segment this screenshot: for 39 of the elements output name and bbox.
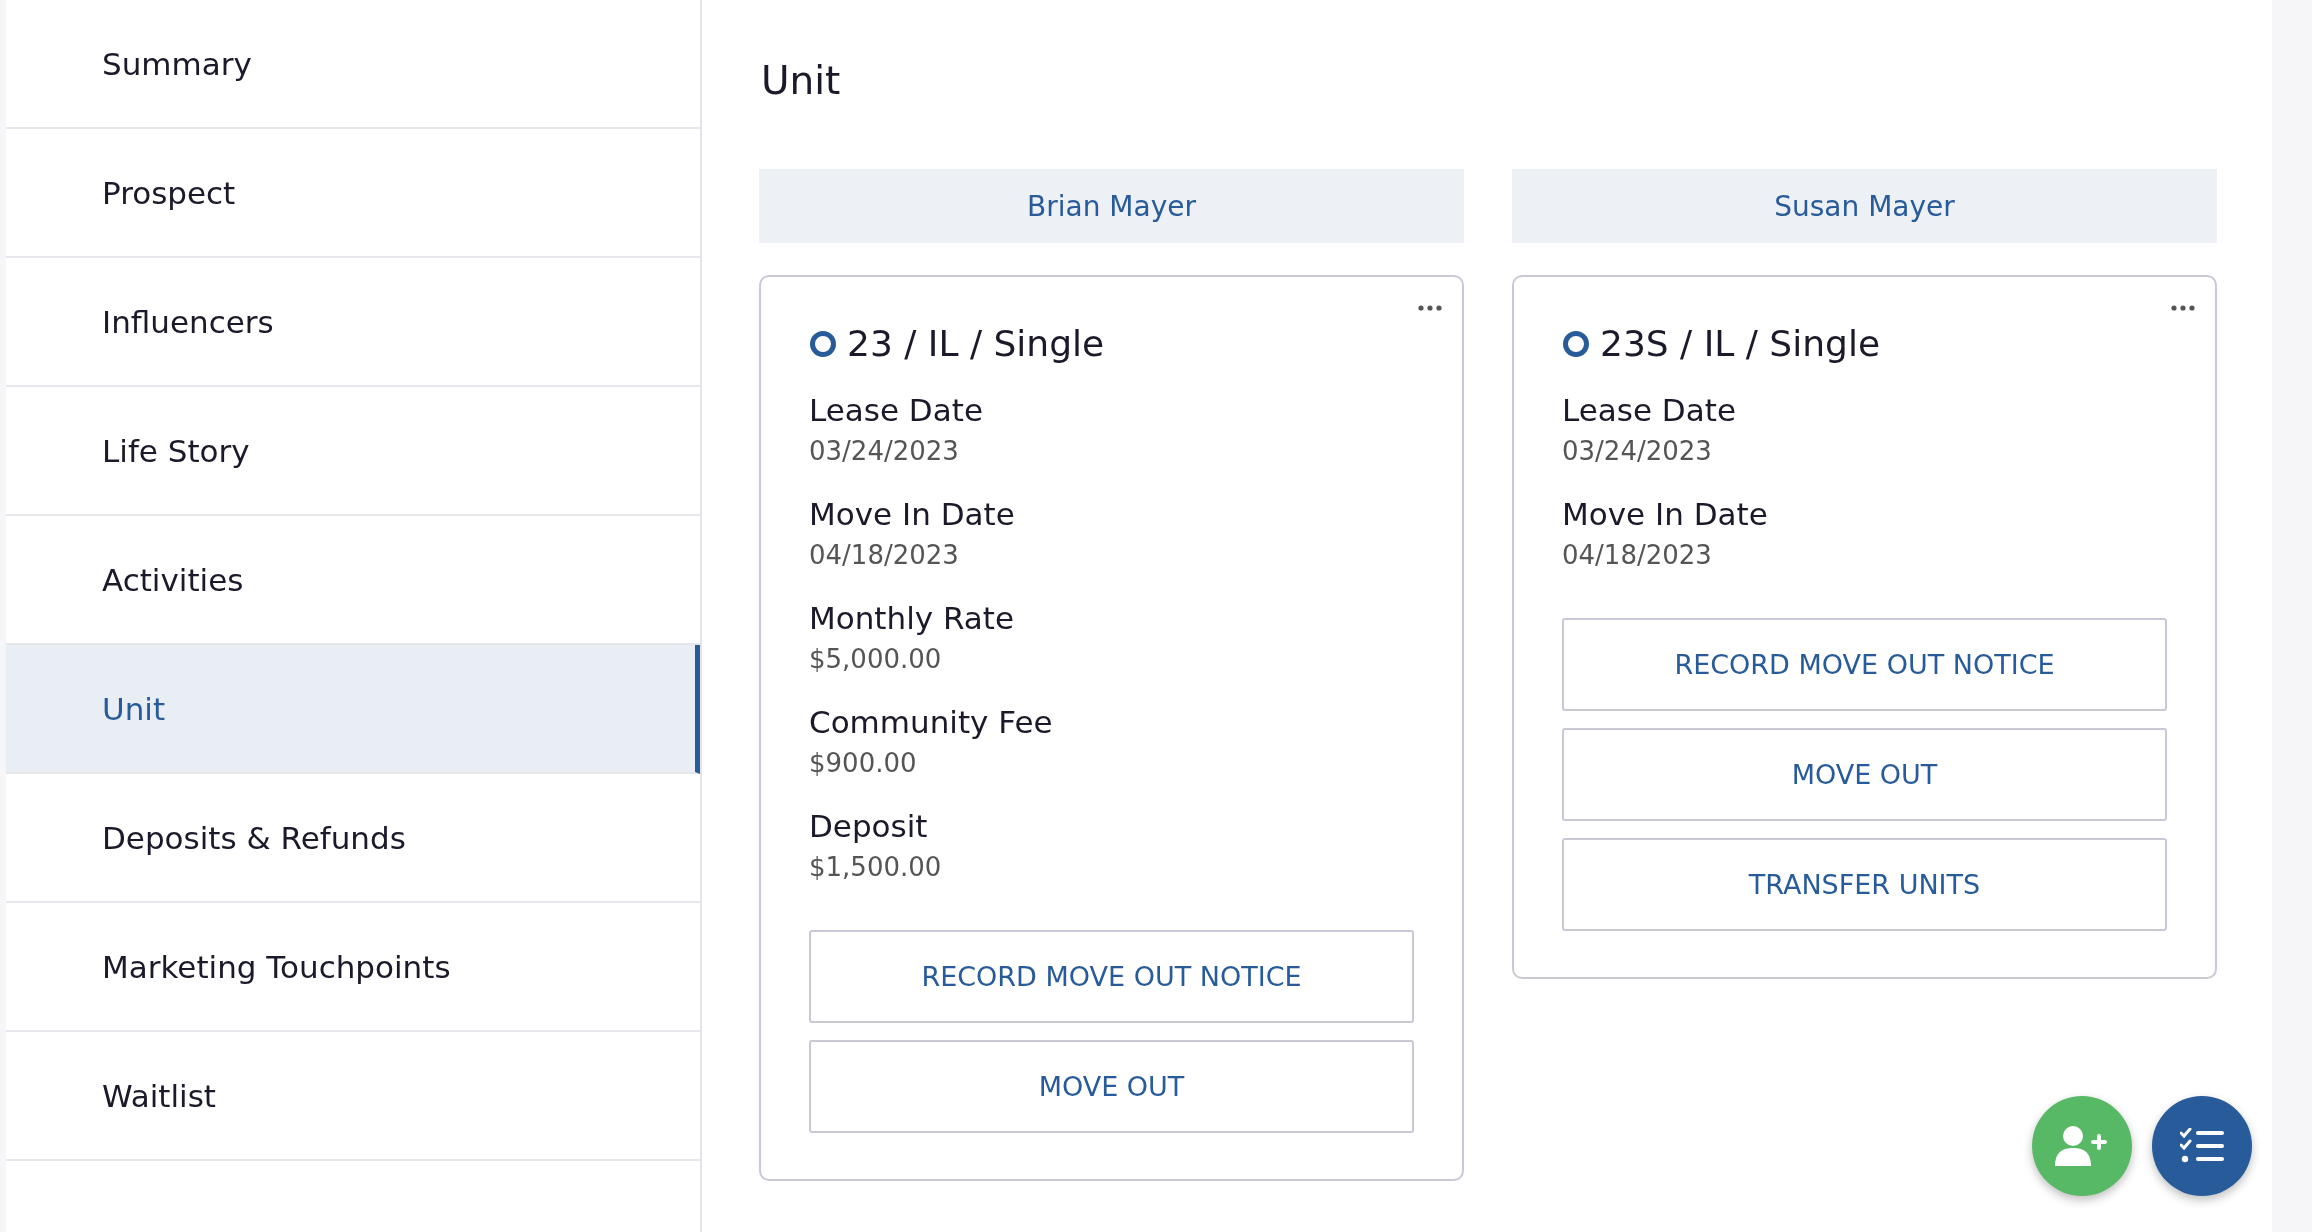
resident-header: Susan Mayer	[1512, 169, 2217, 243]
resident-header: Brian Mayer	[759, 169, 1464, 243]
field-label: Move In Date	[809, 496, 1016, 532]
more-icon[interactable]	[2171, 305, 2195, 311]
field-label: Lease Date	[1562, 392, 1737, 428]
action-button[interactable]: RECORD MOVE OUT NOTICE	[809, 930, 1414, 1023]
more-icon[interactable]	[1418, 305, 1442, 311]
field-value: 03/24/2023	[809, 436, 960, 466]
field-value: $1,500.00	[809, 852, 943, 882]
sidebar-item[interactable]: Prospect	[6, 129, 700, 258]
checklist-button[interactable]	[2152, 1096, 2252, 1196]
unit-title: 23 / IL / Single	[847, 323, 1105, 364]
sidebar-item[interactable]: Summary	[6, 0, 700, 129]
field-label: Lease Date	[809, 392, 984, 428]
sidebar-item[interactable]: Deposits & Refunds	[6, 774, 700, 903]
sidebar-item[interactable]: Waitlist	[6, 1032, 700, 1161]
field-label: Monthly Rate	[809, 600, 1016, 636]
unit-title: 23S / IL / Single	[1600, 323, 1881, 364]
page-title: Unit	[761, 58, 842, 103]
field-label: Deposit	[809, 808, 929, 844]
field-value: 03/24/2023	[1562, 436, 1713, 466]
action-button[interactable]: TRANSFER UNITS	[1562, 838, 2167, 931]
field-value: 04/18/2023	[1562, 540, 1713, 570]
field-label: Community Fee	[809, 704, 1054, 740]
status-ring-icon	[1562, 329, 1590, 358]
sidebar-item[interactable]: Life Story	[6, 387, 700, 516]
action-button[interactable]: MOVE OUT	[809, 1040, 1414, 1133]
field-value: $5,000.00	[809, 644, 943, 674]
sidebar-item[interactable]: Influencers	[6, 258, 700, 387]
sidebar-item[interactable]: Marketing Touchpoints	[6, 903, 700, 1032]
status-ring-icon	[809, 329, 837, 358]
action-button[interactable]: RECORD MOVE OUT NOTICE	[1562, 618, 2167, 711]
field-value: $900.00	[809, 748, 918, 778]
field-label: Move In Date	[1562, 496, 1769, 532]
action-button[interactable]: MOVE OUT	[1562, 728, 2167, 821]
field-value: 04/18/2023	[809, 540, 960, 570]
sidebar-item[interactable]: Unit	[6, 645, 700, 774]
checklist-icon	[2180, 1128, 2224, 1164]
add-person-icon	[2055, 1124, 2109, 1168]
